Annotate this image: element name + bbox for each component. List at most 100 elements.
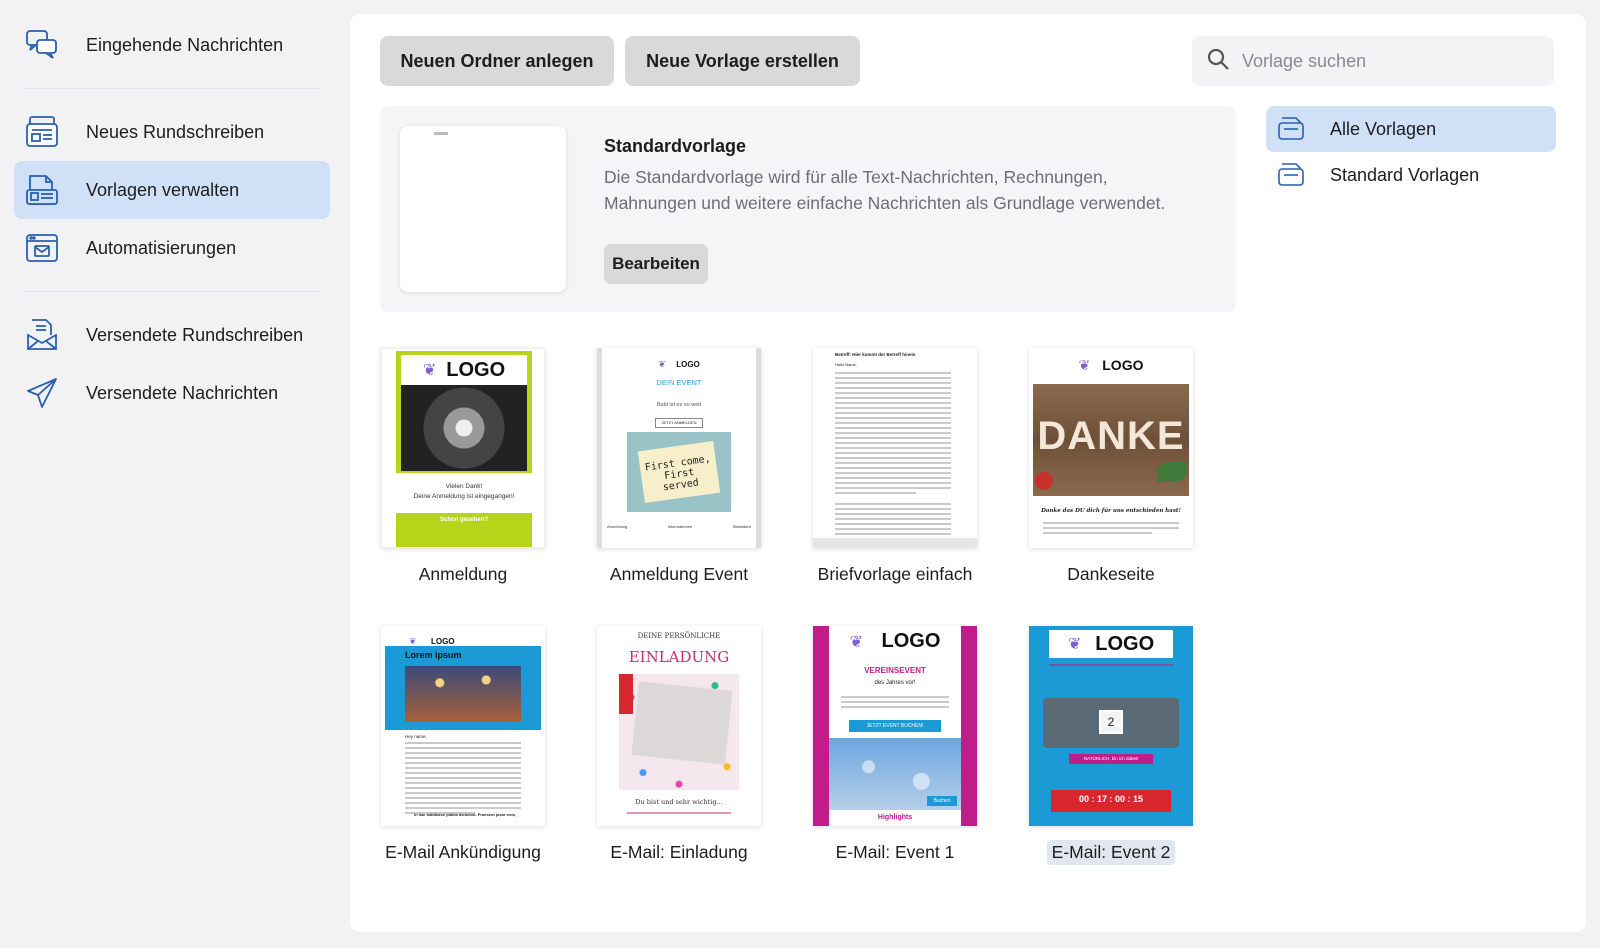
logo-text: LOGO — [881, 630, 941, 652]
newsletter-icon — [24, 114, 60, 150]
feather-logo-icon: ❦ — [1067, 636, 1082, 653]
feather-logo-icon: ❦ — [1078, 356, 1091, 373]
thumb-text: First come, First served — [637, 440, 721, 504]
sidebar-item-new-newsletter[interactable]: Neues Rundschreiben — [14, 103, 330, 161]
sidebar: Eingehende Nachrichten Neues Rundschreib… — [14, 16, 330, 422]
logo-text: LOGO — [676, 360, 700, 369]
logo-text: LOGO — [431, 637, 455, 646]
template-tile-email-event-2[interactable]: ❦ LOGO 2 NATÜRLICH, bin ich dabei! 00 : … — [1016, 626, 1206, 865]
template-label: E-Mail: Einladung — [610, 842, 748, 862]
thumb-text: Hallo Name, — [835, 362, 858, 367]
feather-logo-icon: ❦ — [422, 362, 437, 379]
thumb-heading: EINLADUNG — [628, 648, 730, 666]
thumb-nav: Anmeldung — [607, 524, 628, 529]
folder-icon — [1276, 158, 1330, 193]
confetti-card-image — [619, 674, 739, 790]
logo-text: LOGO — [446, 358, 506, 381]
sidebar-item-sent-newsletters[interactable]: Versendete Rundschreiben — [14, 306, 330, 364]
default-template-thumbnail[interactable] — [400, 126, 566, 292]
template-tile-dankeseite[interactable]: ❦ LOGO DANKE Danke das DU dich für uns e… — [1016, 348, 1206, 587]
template-tile-anmeldung-event[interactable]: ❦ LOGO DEIN EVENT Bald ist es so weit JE… — [584, 348, 774, 587]
template-label: Anmeldung Event — [609, 564, 749, 584]
template-thumbnail: ❦ LOGO Vielen Dank! Deine Anmeldung ist … — [381, 348, 545, 548]
template-tile-briefvorlage[interactable]: Betreff: Hier kommt der Betreff hinein H… — [800, 348, 990, 587]
sidebar-item-label: Eingehende Nachrichten — [86, 34, 284, 55]
thumb-heading: Lorem ipsum — [405, 650, 462, 660]
feather-logo-icon: ❦ — [409, 636, 417, 646]
thumb-text: Highlights — [877, 814, 913, 821]
template-thumbnail: ❦ LOGO DANKE Danke das DU dich für uns e… — [1029, 348, 1193, 548]
party-photo-image — [405, 666, 521, 722]
thumb-text-lines — [1043, 522, 1179, 537]
sidebar-item-label: Versendete Nachrichten — [86, 382, 279, 403]
feather-logo-icon: ❦ — [849, 634, 864, 651]
thumb-text-lines — [405, 742, 521, 817]
folder-standard-templates[interactable]: Standard Vorlagen — [1266, 152, 1556, 198]
template-tile-email-ankuendigung[interactable]: ❦ LOGO Lorem ipsum Hey name, In hac habi… — [368, 626, 558, 865]
thumb-button: NATÜRLICH, bin ich dabei! — [1069, 754, 1153, 764]
folder-label: Alle Vorlagen — [1330, 118, 1437, 139]
letter-text-lines — [835, 372, 951, 543]
wood-danke-image: DANKE — [1033, 384, 1189, 496]
sidebar-item-automations[interactable]: Automatisierungen — [14, 219, 330, 277]
search-input[interactable] — [1242, 50, 1542, 72]
template-thumbnail: ❦ LOGO VEREINSEVENT des Jahres vor! JETZ… — [813, 626, 977, 826]
sent-newsletter-icon — [24, 317, 60, 353]
thumb-button: Buchen — [927, 796, 957, 806]
template-thumbnail: ❦ LOGO DEIN EVENT Bald ist es so weit JE… — [597, 348, 761, 548]
thumb-text-lines — [841, 696, 949, 711]
thumb-text: des Jahres vor! — [874, 680, 916, 686]
folder-list: Alle Vorlagen Standard Vorlagen — [1266, 106, 1556, 198]
logo-text: LOGO — [1102, 357, 1144, 373]
thumb-text: Hey name, — [405, 734, 427, 739]
thumb-text: Vielen Dank! — [445, 483, 483, 490]
new-template-button[interactable]: Neue Vorlage erstellen — [625, 36, 860, 86]
calendar-icon: 2 — [1099, 710, 1123, 734]
feather-logo-icon: ❦ — [658, 359, 666, 369]
template-label: E-Mail: Event 2 — [1046, 840, 1176, 865]
thumb-text: Bald ist es so weit — [656, 402, 702, 408]
search-box — [1192, 36, 1554, 86]
default-template-card: Standardvorlage Die Standardvorlage wird… — [380, 106, 1236, 312]
countdown-timer: 00 : 17 : 00 : 15 — [1051, 790, 1171, 812]
template-tile-email-event-1[interactable]: ❦ LOGO VEREINSEVENT des Jahres vor! JETZ… — [800, 626, 990, 865]
edit-button[interactable]: Bearbeiten — [604, 244, 708, 284]
sidebar-item-incoming-messages[interactable]: Eingehende Nachrichten — [14, 16, 330, 74]
template-thumbnail: Betreff: Hier kommt der Betreff hinein H… — [813, 348, 977, 548]
thumb-text: In hac habitasse platea dictumst. Praese… — [413, 812, 517, 817]
thumb-text: DANKE — [1037, 414, 1185, 458]
thumb-nav: Statistiken — [732, 524, 751, 529]
template-thumbnail: DEINE PERSÖNLICHE EINLADUNG Du bist und … — [597, 626, 761, 826]
sidebar-item-label: Neues Rundschreiben — [86, 121, 265, 142]
bokeh-photo-image: Buchen — [829, 738, 961, 810]
folder-icon — [1276, 112, 1330, 147]
folder-label: Standard Vorlagen — [1330, 164, 1480, 185]
thumb-text: Deine Anmeldung ist eingegangen! — [413, 493, 515, 500]
note-photo-image: First come, First served — [627, 432, 731, 512]
template-icon — [24, 172, 60, 208]
main-panel: Neuen Ordner anlegen Neue Vorlage erstel… — [350, 14, 1586, 932]
logo-text: LOGO — [1095, 632, 1155, 655]
search-icon — [1206, 47, 1242, 76]
countdown-box: 2 — [1043, 698, 1179, 748]
template-label: Dankeseite — [1067, 564, 1155, 584]
sidebar-item-sent-messages[interactable]: Versendete Nachrichten — [14, 364, 330, 422]
template-tile-anmeldung[interactable]: ❦ LOGO Vielen Dank! Deine Anmeldung ist … — [368, 348, 558, 587]
paper-plane-icon — [24, 375, 60, 411]
new-folder-button[interactable]: Neuen Ordner anlegen — [380, 36, 614, 86]
photo-hands-image — [401, 385, 527, 471]
thumb-button: JETZT EVENT BUCHEN! — [849, 720, 941, 732]
template-thumbnail: ❦ LOGO 2 NATÜRLICH, bin ich dabei! 00 : … — [1029, 626, 1193, 826]
template-tile-email-einladung[interactable]: DEINE PERSÖNLICHE EINLADUNG Du bist und … — [584, 626, 774, 865]
thumb-nav: Informationen — [667, 524, 693, 529]
template-label: E-Mail Ankündigung — [385, 842, 541, 862]
sidebar-divider — [24, 88, 320, 89]
thumb-caption: Danke das DU dich für uns entschieden ha… — [1041, 508, 1181, 514]
folder-all-templates[interactable]: Alle Vorlagen — [1266, 106, 1556, 152]
thumb-button: JETZT ANMELDEN — [655, 418, 703, 428]
sidebar-item-manage-templates[interactable]: Vorlagen verwalten — [14, 161, 330, 219]
thumb-text: 2 — [1107, 715, 1115, 729]
sidebar-item-label: Vorlagen verwalten — [86, 179, 240, 200]
sidebar-divider — [24, 291, 320, 292]
chat-bubbles-icon — [24, 27, 60, 63]
